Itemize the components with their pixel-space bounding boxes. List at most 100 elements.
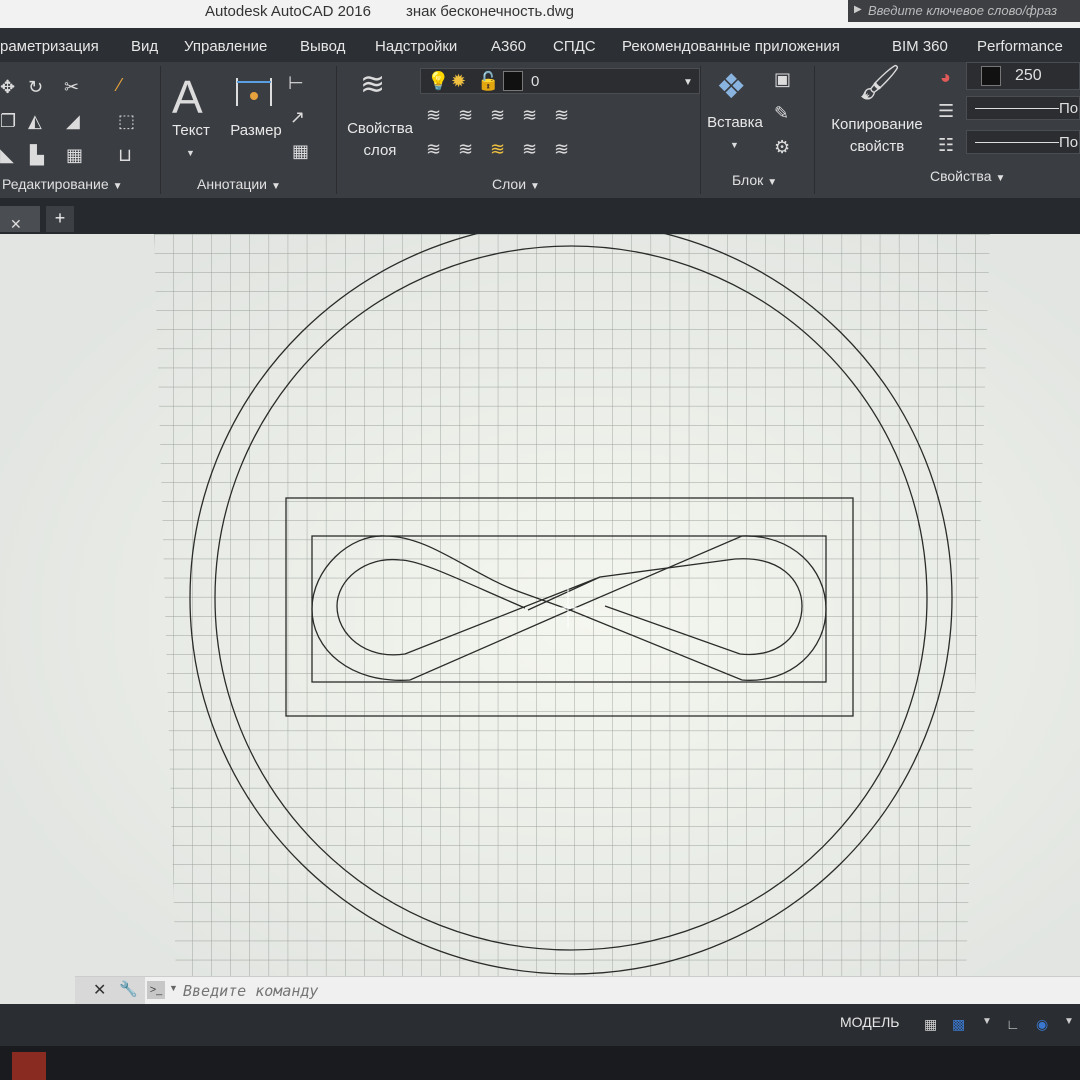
ribbon-tabs: раметризация Вид Управление Вывод Надстр… <box>0 28 1080 62</box>
trim-icon[interactable]: ✂ <box>64 78 79 96</box>
autocad-taskbar-icon[interactable] <box>12 1052 46 1080</box>
layer-unisolate-icon[interactable]: ≋ <box>458 140 473 158</box>
drawing-canvas[interactable] <box>0 234 1080 1004</box>
stretch-icon[interactable]: ◣ <box>0 146 14 164</box>
text-button[interactable]: Текст <box>168 120 214 142</box>
document-tab-bar: ✕ + <box>0 198 1080 234</box>
chevron-down-icon[interactable]: ▼ <box>169 983 178 993</box>
layer-dropdown[interactable]: 💡 ✹ 🔓 0 ▼ <box>420 68 700 94</box>
lineweight-icon[interactable]: ☰ <box>938 102 954 120</box>
copy-icon[interactable]: ❐ <box>0 112 16 130</box>
command-input[interactable] <box>183 980 783 1002</box>
table-icon[interactable]: ▦ <box>292 142 309 160</box>
explode-icon[interactable]: ▙ <box>30 146 44 164</box>
rotate-icon[interactable]: ↻ <box>28 78 43 96</box>
color-dropdown[interactable]: 250 <box>966 62 1080 90</box>
separator <box>160 66 161 194</box>
separator <box>814 66 815 194</box>
line-preview <box>975 108 1059 109</box>
match-properties-icon[interactable]: 🖌 <box>858 66 901 100</box>
snap-toggle-icon[interactable]: ▩ <box>952 1016 965 1033</box>
tab-output[interactable]: Вывод <box>300 38 345 55</box>
dimension-icon[interactable] <box>234 74 274 110</box>
fillet-icon[interactable]: ◢ <box>66 112 80 130</box>
file-name: знак бесконечность.dwg <box>406 3 575 20</box>
color-wheel-icon[interactable]: ◕ <box>940 68 951 86</box>
color-swatch <box>981 66 1001 86</box>
new-tab-button[interactable]: + <box>46 206 74 232</box>
line-preview <box>975 142 1059 143</box>
tab-parametrization[interactable]: раметризация <box>0 38 99 55</box>
chevron-down-icon[interactable]: ▼ <box>683 74 693 92</box>
array-icon[interactable]: ▦ <box>66 146 83 164</box>
layer-lock-icon[interactable]: ≋ <box>522 106 537 124</box>
create-block-icon[interactable]: ▣ <box>774 70 791 88</box>
layer-thaw-icon[interactable]: ≋ <box>490 140 505 158</box>
lineweight-dropdown[interactable]: По <box>966 96 1080 120</box>
edit-block-icon[interactable]: ✎ <box>774 104 789 122</box>
ortho-toggle-icon[interactable]: ∟ <box>1006 1016 1020 1032</box>
move-icon[interactable]: ✥ <box>0 78 15 96</box>
plus-icon: + <box>54 208 66 228</box>
close-icon[interactable]: ✕ <box>10 216 22 233</box>
group-label-block[interactable]: Блок ▼ <box>732 172 777 188</box>
chevron-down-icon[interactable]: ▼ <box>982 1016 992 1027</box>
tab-a360[interactable]: А360 <box>491 38 526 55</box>
match-properties-button[interactable]: Копирование свойств <box>822 114 932 158</box>
linear-dim-icon[interactable]: ⊢ <box>288 74 304 92</box>
layer-off-icon[interactable]: ≋ <box>426 106 441 124</box>
tab-manage[interactable]: Управление <box>184 38 267 55</box>
mirror-icon[interactable]: ◭ <box>28 112 42 130</box>
chevron-down-icon[interactable]: ▼ <box>1064 1016 1074 1027</box>
grid-toggle-icon[interactable]: ▦ <box>924 1016 937 1033</box>
group-label-properties[interactable]: Свойства ▼ <box>930 168 1005 184</box>
search-placeholder: Введите ключевое слово/фраз <box>868 3 1058 18</box>
document-tab[interactable]: ✕ <box>0 206 40 232</box>
current-layer: 0 <box>531 73 540 90</box>
linetype-dropdown[interactable]: По <box>966 130 1080 154</box>
offset-icon[interactable]: ⊔ <box>118 146 132 164</box>
block-attributes-icon[interactable]: ⚙ <box>774 138 790 156</box>
tab-featured-apps[interactable]: Рекомендованные приложения <box>622 38 840 55</box>
group-label-annotations[interactable]: Аннотации ▼ <box>197 176 281 192</box>
leader-icon[interactable]: ↗ <box>290 108 305 126</box>
layer-properties-button[interactable]: Свойства слоя <box>340 118 420 162</box>
model-space-button[interactable]: МОДЕЛЬ <box>840 1014 899 1030</box>
scale-icon[interactable]: ⬚ <box>118 112 135 130</box>
command-line: ✕ 🔧 >_ ▼ <box>75 976 1080 1005</box>
layer-isolate-icon[interactable]: ≋ <box>458 106 473 124</box>
layer-walk-icon[interactable]: ≋ <box>554 140 569 158</box>
os-taskbar <box>0 1046 1080 1080</box>
search-expand-icon[interactable]: ▶ <box>854 4 862 15</box>
command-tools: ✕ 🔧 <box>75 977 145 1005</box>
dimension-button[interactable]: Размер <box>226 120 286 142</box>
layer-match-icon[interactable]: ≋ <box>554 106 569 124</box>
insert-button[interactable]: Вставка <box>704 112 766 134</box>
lineweight-value: По <box>1059 100 1079 117</box>
drawing-svg[interactable] <box>0 234 1080 1004</box>
chevron-down-icon[interactable]: ▼ <box>186 144 195 162</box>
group-label-edit[interactable]: Редактирование ▼ <box>2 176 123 192</box>
autocad-window: Autodesk AutoCAD 2016 знак бесконечность… <box>0 0 1080 1080</box>
tab-addins[interactable]: Надстройки <box>375 38 457 55</box>
insert-block-icon[interactable]: ❖ <box>716 70 746 104</box>
tab-performance[interactable]: Performance <box>977 38 1063 55</box>
text-icon[interactable]: A <box>172 74 203 120</box>
layer-properties-icon[interactable]: ≋ <box>360 70 385 100</box>
group-label-layers[interactable]: Слои ▼ <box>492 176 540 192</box>
tab-bim360[interactable]: BIM 360 <box>892 38 948 55</box>
keyword-search[interactable]: ▶ Введите ключевое слово/фраз <box>848 0 1080 22</box>
layer-unlock-icon[interactable]: ≋ <box>522 140 537 158</box>
color-value: 250 <box>1015 67 1042 84</box>
line-icon[interactable]: ⁄ <box>118 76 121 94</box>
polar-toggle-icon[interactable]: ◉ <box>1036 1016 1048 1033</box>
layer-on-icon[interactable]: ≋ <box>426 140 441 158</box>
close-icon[interactable]: ✕ <box>93 980 106 1000</box>
command-prompt-icon[interactable]: >_ <box>147 981 165 999</box>
layer-freeze-icon[interactable]: ≋ <box>490 106 505 124</box>
tab-spds[interactable]: СПДС <box>553 38 596 55</box>
wrench-icon[interactable]: 🔧 <box>119 980 138 998</box>
chevron-down-icon[interactable]: ▼ <box>730 136 739 154</box>
tab-view[interactable]: Вид <box>131 38 158 55</box>
linetype-icon[interactable]: ☷ <box>938 136 954 154</box>
